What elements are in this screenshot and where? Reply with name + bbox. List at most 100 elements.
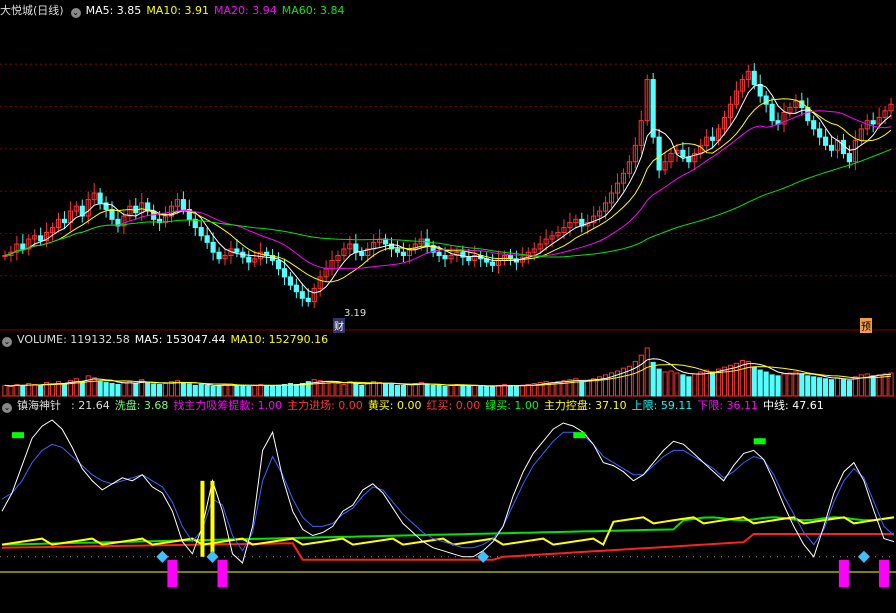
volume-bar xyxy=(852,376,858,397)
candle-body xyxy=(216,251,222,260)
volume-bar xyxy=(680,374,686,397)
volume-bar xyxy=(698,371,704,397)
volume-bar xyxy=(388,383,395,397)
vol-ma10-label: MA10: 152790.16 xyxy=(230,333,329,346)
volume-bar xyxy=(49,383,56,397)
diamond-icon xyxy=(857,550,870,563)
volume-bar xyxy=(246,385,252,397)
volume-bar xyxy=(121,382,127,397)
volume-bar xyxy=(490,385,496,397)
volume-bar xyxy=(763,371,769,397)
blue-line xyxy=(1,431,895,552)
stock-title[interactable]: 大悦城(日线) xyxy=(0,4,64,17)
volume-bar xyxy=(823,378,829,397)
green-marker xyxy=(12,432,25,439)
volume-bar xyxy=(472,384,478,397)
green-marker xyxy=(753,438,766,445)
volume-bar xyxy=(412,383,418,397)
volume-bar xyxy=(656,368,662,397)
volume-bar xyxy=(793,371,799,397)
candle-body xyxy=(846,153,852,163)
volume-bar xyxy=(745,360,751,397)
signal-bar xyxy=(838,559,849,588)
candle-body xyxy=(234,248,240,253)
candle-body xyxy=(38,235,44,242)
chevron-down-icon[interactable]: ⌄ xyxy=(2,403,12,413)
chevron-down-icon[interactable]: ⌄ xyxy=(2,337,12,347)
ma5-label: MA5: 3.85 xyxy=(85,4,142,17)
volume-bar xyxy=(377,382,383,397)
volume-bar xyxy=(186,383,192,397)
volume-bar xyxy=(14,383,20,397)
volume-bar xyxy=(234,384,240,397)
candle-body xyxy=(180,199,186,210)
volume-bar xyxy=(727,364,734,397)
signal-bar xyxy=(167,559,178,588)
volume-bar xyxy=(430,384,436,397)
volume-bar xyxy=(787,372,793,397)
red-line xyxy=(1,533,894,561)
volume-bar xyxy=(834,377,841,397)
candle-body xyxy=(299,291,305,299)
volume-bar xyxy=(525,383,531,397)
volume-bar xyxy=(513,385,519,397)
candle-body xyxy=(400,251,406,257)
finance-tag[interactable]: 财 xyxy=(333,318,345,333)
candle-body xyxy=(204,235,210,243)
candle-body xyxy=(436,251,442,257)
diamond-icon xyxy=(477,550,490,563)
volume-bar xyxy=(323,381,329,397)
volume-bar xyxy=(32,383,38,397)
forecast-tag[interactable]: 预 xyxy=(860,318,872,333)
candle-body xyxy=(757,83,763,97)
volume-panel xyxy=(2,347,894,397)
volume-bar xyxy=(692,373,698,397)
volume-bar xyxy=(228,383,234,397)
chevron-down-icon[interactable]: ⌄ xyxy=(70,8,81,18)
volume-bar xyxy=(157,383,163,397)
candle-body xyxy=(442,255,448,260)
volume-bar xyxy=(275,384,282,397)
volume-bar xyxy=(448,384,454,397)
volume-bar xyxy=(805,375,811,397)
volume-bar xyxy=(406,383,412,397)
volume-bar xyxy=(769,374,775,397)
volume-bar xyxy=(79,381,85,397)
volume-bar xyxy=(573,378,579,397)
green-marker xyxy=(573,432,586,439)
volume-bar xyxy=(638,354,644,397)
volume-bar xyxy=(484,385,490,397)
ma5-line xyxy=(4,83,892,294)
volume-bar xyxy=(519,384,525,397)
zhaozhuli-label: 找主力吸筹提款: 1.00 xyxy=(173,399,283,412)
candle-body xyxy=(680,149,686,158)
volume-bar xyxy=(281,383,288,397)
volume-bar xyxy=(216,384,222,397)
volume-bar xyxy=(168,381,175,397)
candle-body xyxy=(20,243,26,250)
volume-bar xyxy=(644,347,650,397)
volume-bar xyxy=(347,381,353,397)
volume-bar xyxy=(840,379,847,397)
candle-body xyxy=(817,128,823,138)
volume-bar xyxy=(365,383,371,397)
volume-bar xyxy=(222,383,228,397)
volume-bar xyxy=(668,370,674,397)
volume-bar xyxy=(436,384,442,397)
volume-bar xyxy=(757,369,763,397)
ma20-label: MA20: 3.94 xyxy=(214,4,277,17)
candle-body xyxy=(275,259,282,270)
candle-body xyxy=(823,136,829,146)
volume-bar xyxy=(799,373,805,397)
indicator-panel xyxy=(0,419,896,588)
ma60-line xyxy=(4,148,892,258)
volume-bar xyxy=(210,385,216,397)
volume-bar xyxy=(579,381,585,397)
volume-bar xyxy=(710,371,716,397)
volume-bar xyxy=(650,361,656,397)
candle-body xyxy=(710,136,716,141)
volume-bar xyxy=(876,374,882,397)
signal-bar xyxy=(878,559,889,588)
low-price-label: 3.19 xyxy=(344,308,367,319)
jinchang-label: 主力进场: 0.00 xyxy=(287,399,363,412)
